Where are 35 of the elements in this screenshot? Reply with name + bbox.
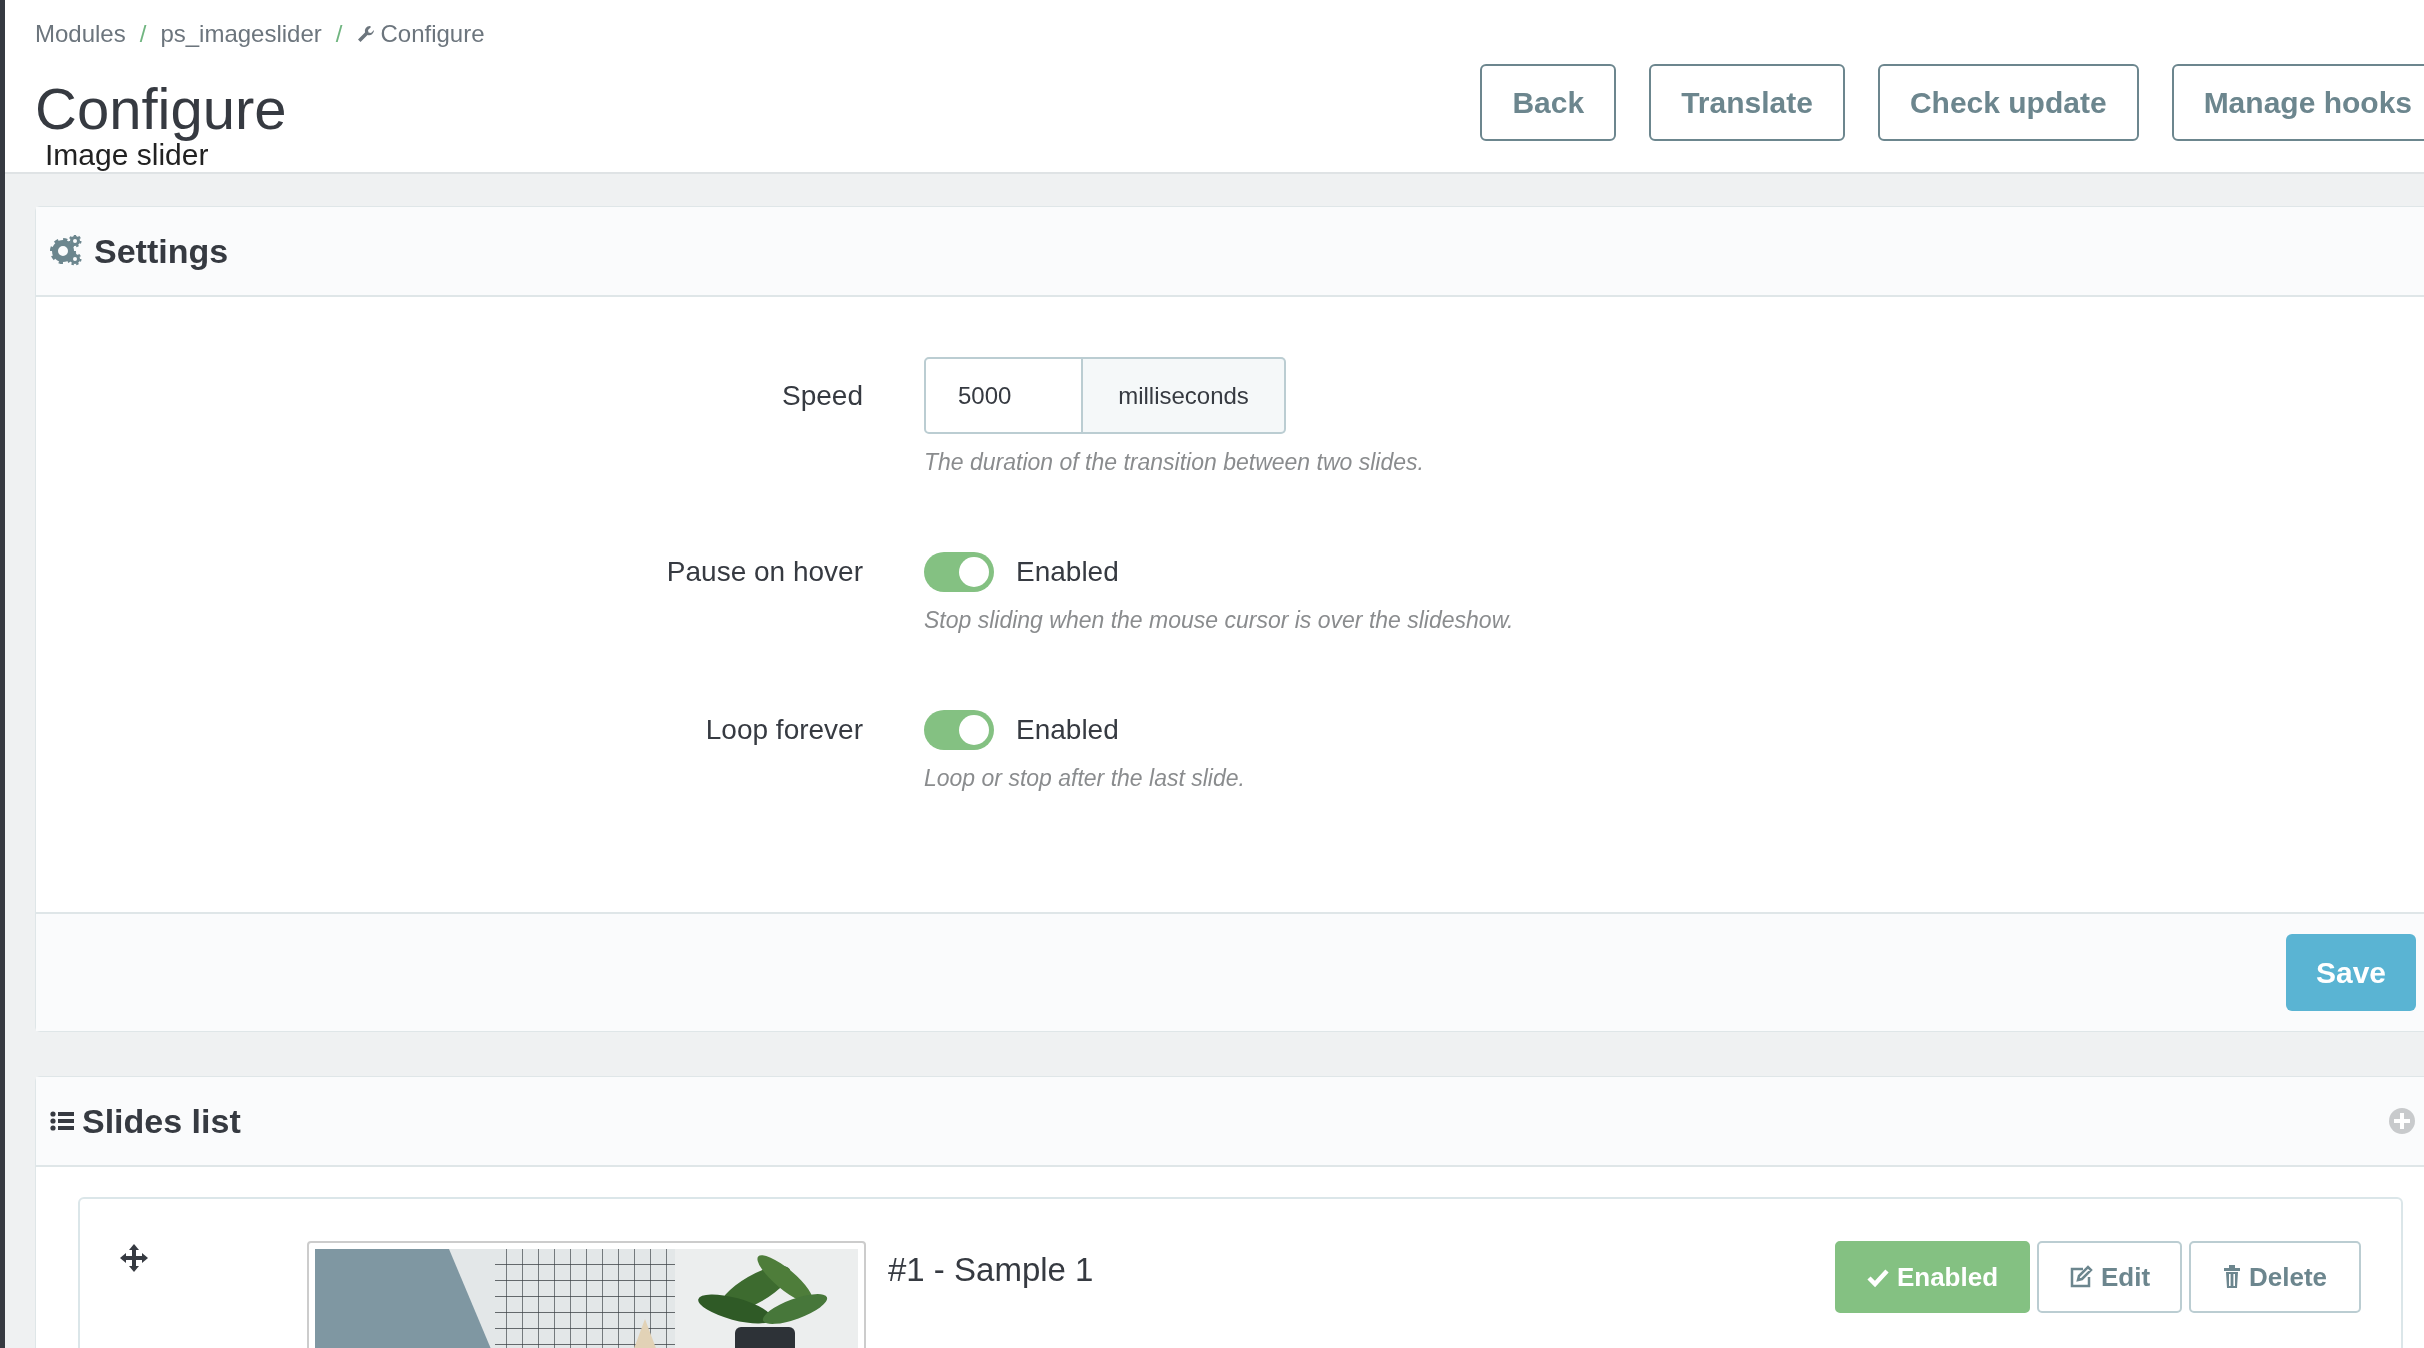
save-button[interactable]: Save: [2286, 934, 2416, 1011]
edit-icon: [2068, 1265, 2093, 1289]
breadcrumb-link[interactable]: ps_imageslider: [160, 20, 322, 48]
field-label: Speed: [781, 379, 863, 413]
switch-label: Enabled: [1016, 714, 1119, 746]
toolbar-button[interactable]: Check update: [1877, 64, 2139, 141]
breadcrumb-separator: /: [139, 20, 147, 48]
status-button[interactable]: Enabled: [1835, 1241, 2030, 1313]
toolbar-button[interactable]: Manage hooks: [2171, 64, 2424, 141]
help-text: Loop or stop after the last slide.: [924, 764, 1246, 793]
delete-button[interactable]: Delete: [2189, 1241, 2361, 1313]
gears-icon: [50, 235, 82, 267]
breadcrumb-current: Configure: [380, 20, 485, 48]
toggle-switch[interactable]: [924, 710, 994, 750]
toolbar-button[interactable]: Back: [1480, 64, 1617, 141]
toggle-switch[interactable]: [924, 552, 994, 592]
switch-label: Enabled: [1016, 556, 1119, 588]
help-text: Stop sliding when the mouse cursor is over the slideshow.: [924, 606, 1515, 635]
slide-title: #1 - Sample 1: [888, 1251, 1095, 1289]
field-label: Loop forever: [704, 713, 863, 747]
move-icon[interactable]: [120, 1244, 148, 1272]
edit-button[interactable]: Edit: [2037, 1241, 2182, 1313]
unit-addon: milliseconds: [1083, 357, 1286, 434]
breadcrumb-separator: /: [335, 20, 343, 48]
wrench-icon: [356, 24, 377, 44]
speed-input[interactable]: 5000: [924, 357, 1083, 434]
trash-icon: [2222, 1265, 2241, 1289]
toolbar-button[interactable]: Translate: [1649, 64, 1845, 141]
panel-title: Slides list: [82, 1101, 242, 1141]
help-text: The duration of the transition between two slides.: [924, 448, 1425, 477]
list-icon: [50, 1109, 74, 1133]
add-icon[interactable]: [2389, 1108, 2415, 1134]
breadcrumb-link[interactable]: Modules: [35, 20, 126, 48]
panel-title: Settings: [94, 231, 229, 271]
field-label: Pause on hover: [665, 555, 863, 589]
